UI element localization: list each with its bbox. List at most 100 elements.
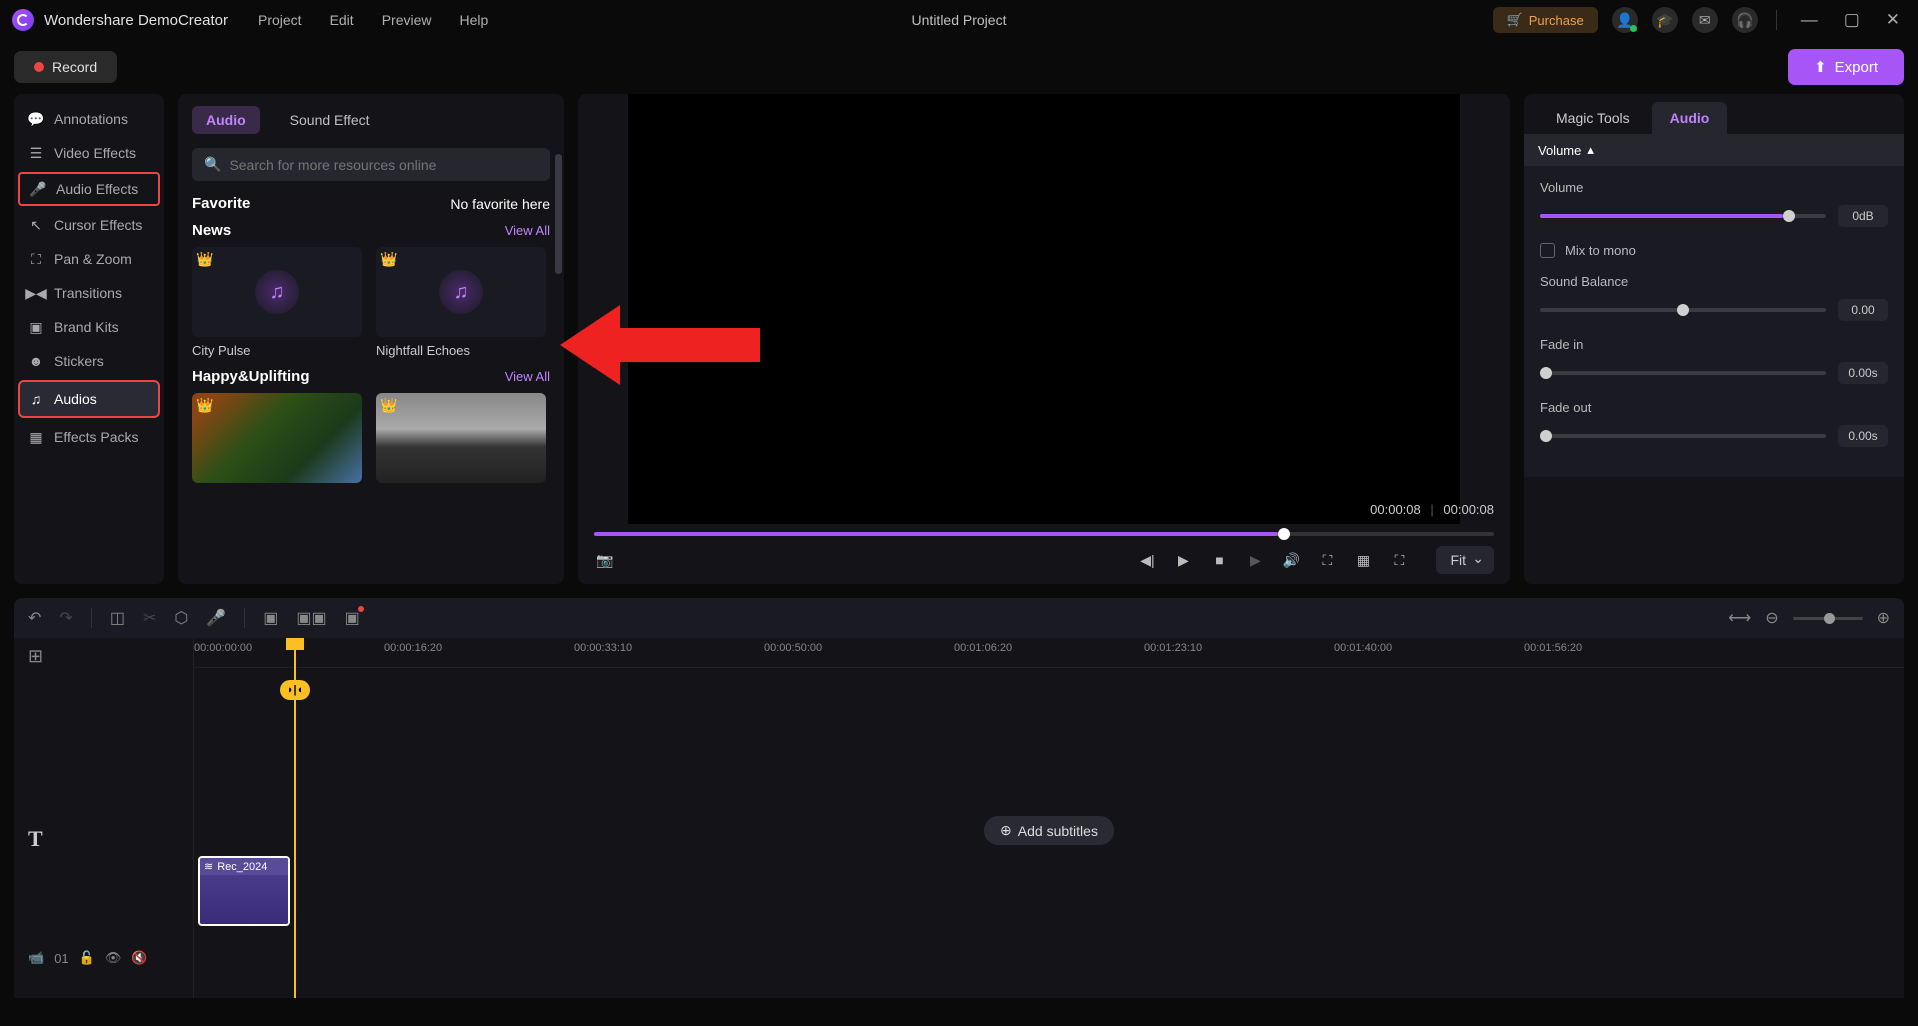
- undo-button[interactable]: ↶: [28, 608, 41, 628]
- next-frame-button[interactable]: ▶: [1244, 549, 1266, 571]
- fadeout-value[interactable]: 0.00s: [1838, 425, 1888, 447]
- crop-button[interactable]: ⛶: [1316, 549, 1338, 571]
- slider-knob[interactable]: [1677, 304, 1689, 316]
- mail-icon[interactable]: ✉: [1692, 7, 1718, 33]
- slider-knob[interactable]: [1540, 430, 1552, 442]
- slider-knob[interactable]: [1783, 210, 1795, 222]
- audio-card-nightfall-echoes[interactable]: 👑♫ Nightfall Echoes: [376, 247, 546, 358]
- progress-fill: [594, 532, 1278, 536]
- export-button[interactable]: ⬆ Export: [1788, 49, 1904, 85]
- music-icon: ♫: [439, 270, 483, 314]
- screenshot-button[interactable]: 📷: [594, 549, 616, 571]
- preview-progress[interactable]: [594, 532, 1494, 536]
- academy-icon[interactable]: 🎓: [1652, 7, 1678, 33]
- add-track-button[interactable]: ⊞: [28, 646, 43, 667]
- fadein-slider[interactable]: [1540, 371, 1826, 375]
- tab-magic-tools[interactable]: Magic Tools: [1538, 102, 1648, 134]
- fullscreen-button[interactable]: ⛶: [1388, 549, 1410, 571]
- mix-mono-checkbox[interactable]: Mix to mono: [1540, 243, 1888, 258]
- lock-button[interactable]: 🔓: [79, 950, 95, 966]
- prev-frame-button[interactable]: ◀|: [1136, 549, 1158, 571]
- support-icon[interactable]: 🎧: [1732, 7, 1758, 33]
- zoom-slider[interactable]: [1793, 617, 1863, 620]
- zoom-out-button[interactable]: ⊖: [1765, 608, 1778, 628]
- menu-preview[interactable]: Preview: [382, 12, 432, 28]
- audio-card-city-pulse[interactable]: 👑♫ City Pulse: [192, 247, 362, 358]
- audio-card-happy-2[interactable]: 👑: [376, 393, 546, 483]
- sidebar-item-pan-zoom[interactable]: ⛶Pan & Zoom: [14, 242, 164, 276]
- tab-audio[interactable]: Audio: [192, 106, 260, 134]
- timeline-ruler[interactable]: 00:00:00:00 00:00:16:20 00:00:33:10 00:0…: [194, 638, 1904, 668]
- sidebar-item-video-effects[interactable]: ☰Video Effects: [14, 136, 164, 170]
- menu-project[interactable]: Project: [258, 12, 302, 28]
- volume-button[interactable]: 🔊: [1280, 549, 1302, 571]
- search-box[interactable]: 🔍: [192, 148, 550, 181]
- timeline-left-gutter: ⊞ T 📹 01 🔓 👁 🔇: [14, 638, 194, 998]
- mute-button[interactable]: 🔇: [131, 950, 147, 966]
- minimize-button[interactable]: —: [1795, 10, 1824, 30]
- purchase-button[interactable]: 🛒 Purchase: [1493, 7, 1598, 33]
- timeline-body: ⊞ T 📹 01 🔓 👁 🔇 00:00:00:00 00:00:16:20 0…: [14, 638, 1904, 998]
- grid-button[interactable]: ▦: [1352, 549, 1374, 571]
- playhead[interactable]: ◗|◖: [294, 638, 296, 998]
- search-input[interactable]: [229, 157, 538, 173]
- timeline-tracks[interactable]: 00:00:00:00 00:00:16:20 00:00:33:10 00:0…: [194, 638, 1904, 998]
- play-button[interactable]: ▶: [1172, 549, 1194, 571]
- voiceover-button[interactable]: 🎤: [206, 608, 226, 628]
- volume-section-head[interactable]: Volume ▴: [1524, 134, 1904, 166]
- sidebar-item-effects-packs[interactable]: ▦Effects Packs: [14, 420, 164, 454]
- volume-value[interactable]: 0dB: [1838, 205, 1888, 227]
- balance-slider[interactable]: [1540, 308, 1826, 312]
- preview-canvas[interactable]: [628, 94, 1460, 524]
- fadein-value[interactable]: 0.00s: [1838, 362, 1888, 384]
- fit-select[interactable]: Fit: [1436, 546, 1494, 574]
- view-all-news[interactable]: View All: [505, 223, 550, 238]
- section-news-title: News: [192, 222, 231, 239]
- sidebar-label: Transitions: [54, 285, 122, 301]
- multi-button[interactable]: ▣▣: [296, 608, 326, 628]
- fit-timeline-button[interactable]: ⟷: [1728, 608, 1751, 628]
- fadeout-slider[interactable]: [1540, 434, 1826, 438]
- sidebar-item-brand-kits[interactable]: ▣Brand Kits: [14, 310, 164, 344]
- sidebar-item-audio-effects[interactable]: 🎤Audio Effects: [18, 172, 160, 206]
- close-button[interactable]: ✕: [1880, 10, 1906, 30]
- plus-icon: ⊕: [1000, 822, 1012, 839]
- marker-button[interactable]: ⬡: [174, 608, 188, 628]
- redo-button[interactable]: ↷: [59, 608, 72, 628]
- record-button[interactable]: Record: [14, 51, 117, 83]
- sidebar-item-audios[interactable]: ♫Audios: [18, 380, 160, 418]
- media-tabs: Audio Sound Effect: [192, 106, 550, 134]
- crop-button[interactable]: ◫: [110, 608, 125, 628]
- zoom-in-button[interactable]: ⊕: [1877, 608, 1890, 628]
- maximize-button[interactable]: ▢: [1838, 10, 1866, 30]
- layers-button[interactable]: ▣: [345, 608, 360, 628]
- audio-card-happy-1[interactable]: 👑: [192, 393, 362, 483]
- stop-button[interactable]: ■: [1208, 549, 1230, 571]
- menu-edit[interactable]: Edit: [330, 12, 354, 28]
- sidebar-item-annotations[interactable]: 💬Annotations: [14, 102, 164, 136]
- volume-slider[interactable]: [1540, 214, 1826, 218]
- split-button[interactable]: ✂: [143, 608, 156, 628]
- timeline-clip[interactable]: ≋ Rec_2024: [198, 856, 290, 926]
- sidebar-label: Cursor Effects: [54, 217, 142, 233]
- ruler-mark: 00:00:00:00: [194, 642, 252, 654]
- fadein-label: Fade in: [1540, 337, 1888, 352]
- search-icon: 🔍: [204, 156, 221, 173]
- zoom-knob[interactable]: [1824, 613, 1835, 624]
- tab-sound-effect[interactable]: Sound Effect: [276, 106, 384, 134]
- user-avatar-icon[interactable]: 👤: [1612, 7, 1638, 33]
- slider-knob[interactable]: [1540, 367, 1552, 379]
- add-subtitles-button[interactable]: ⊕ Add subtitles: [984, 816, 1114, 845]
- visibility-button[interactable]: 👁: [105, 950, 122, 966]
- sidebar-item-stickers[interactable]: ☻Stickers: [14, 344, 164, 378]
- view-all-happy[interactable]: View All: [505, 369, 550, 384]
- track-number: 01: [54, 951, 68, 966]
- sidebar-item-transitions[interactable]: ▶◀Transitions: [14, 276, 164, 310]
- menu-help[interactable]: Help: [459, 12, 488, 28]
- balance-value[interactable]: 0.00: [1838, 299, 1888, 321]
- group-button[interactable]: ▣: [263, 608, 278, 628]
- tab-audio-props[interactable]: Audio: [1652, 102, 1728, 134]
- progress-knob[interactable]: [1278, 528, 1290, 540]
- panel-scrollbar[interactable]: [555, 154, 562, 274]
- sidebar-item-cursor-effects[interactable]: ↖Cursor Effects: [14, 208, 164, 242]
